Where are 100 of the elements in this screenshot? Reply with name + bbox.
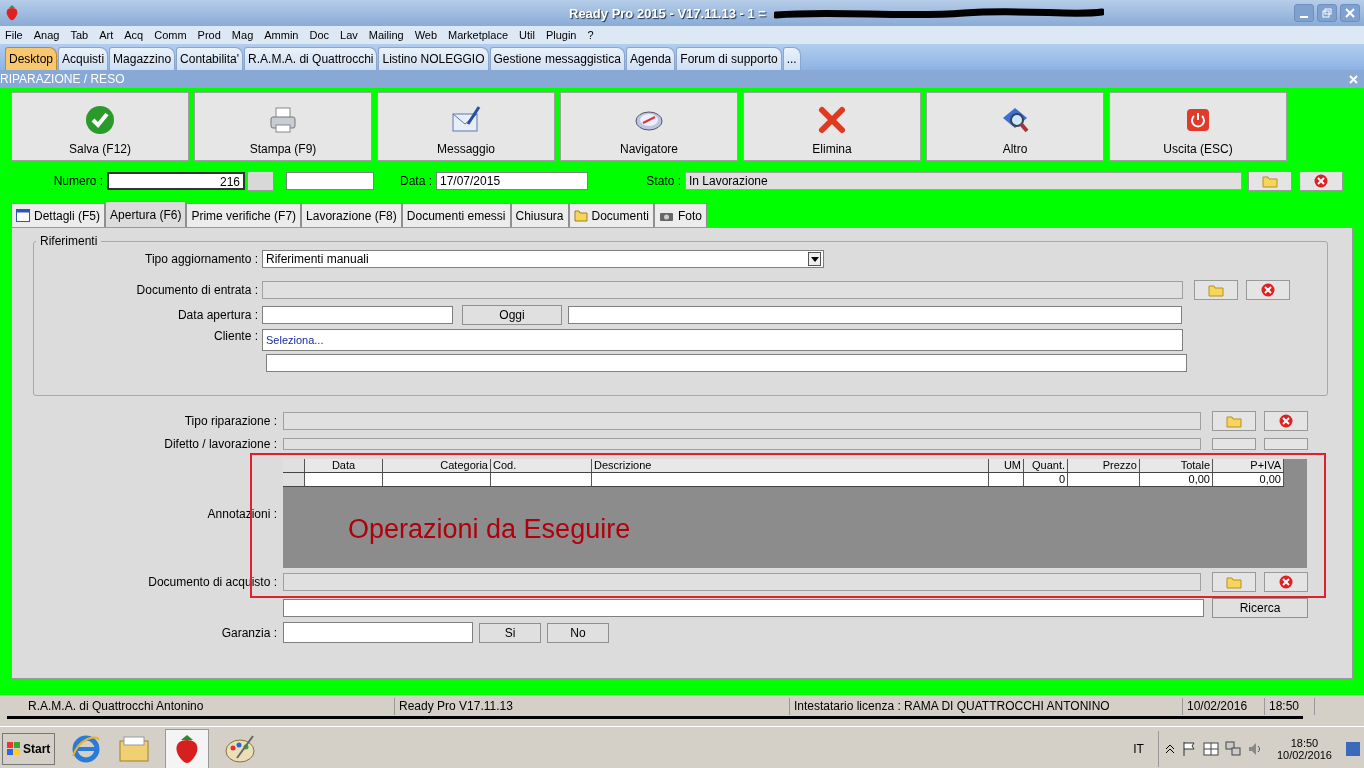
menu-item[interactable]: Mag [231, 29, 254, 41]
lookup-button[interactable] [247, 171, 274, 191]
folder-icon [573, 209, 588, 222]
menu-item[interactable]: Marketplace [448, 29, 508, 41]
menu-item[interactable]: Doc [309, 29, 330, 41]
window-icon[interactable] [1202, 741, 1219, 757]
form-tab[interactable]: Lavorazione (F8) [301, 203, 402, 227]
choice-button[interactable]: No [547, 622, 609, 643]
close-button[interactable] [1340, 4, 1360, 22]
toolbar-button[interactable]: Elimina [743, 92, 921, 161]
input-field[interactable] [283, 599, 1204, 617]
menu-item[interactable]: Acq [124, 29, 144, 41]
menu-item[interactable]: Ammin [264, 29, 299, 41]
input-field[interactable] [262, 281, 1183, 299]
menu-item[interactable]: Mailing [368, 29, 404, 41]
menu-item[interactable]: Util [519, 29, 535, 41]
form-tab[interactable]: Foto [653, 203, 707, 227]
column-header[interactable]: Categoria [383, 459, 491, 472]
choice-button[interactable]: Si [479, 622, 541, 643]
input-field[interactable] [266, 354, 1187, 372]
start-button[interactable]: Start [2, 733, 56, 765]
menu-item[interactable]: Comm [154, 29, 187, 41]
toolbar-button[interactable]: Messaggio [377, 92, 555, 161]
desktop-tab[interactable]: Listino NOLEGGIO [378, 47, 489, 70]
date-field[interactable]: 17/07/2015 [436, 172, 588, 190]
folder-button[interactable] [1212, 572, 1256, 592]
folder-button[interactable] [1248, 171, 1292, 191]
column-header[interactable]: Descrizione [592, 459, 989, 472]
folder-button[interactable] [1194, 280, 1238, 300]
clock-time[interactable]: 18:50 [1290, 737, 1319, 749]
toolbar-button[interactable]: Navigatore [560, 92, 738, 161]
desktop-tab[interactable]: Magazzino [109, 47, 176, 70]
desktop-tab[interactable]: Contabilita' [176, 47, 244, 70]
annotation-text: Operazioni da Eseguire [348, 514, 631, 545]
form-tab[interactable]: Dettagli (F5) [11, 203, 106, 227]
column-header[interactable]: P+IVA [1213, 459, 1284, 472]
delete-button[interactable] [1264, 438, 1308, 450]
date-field[interactable] [262, 306, 453, 324]
close-icon[interactable] [1349, 74, 1358, 84]
delete-button[interactable] [1246, 280, 1290, 300]
desktop-tab[interactable]: Forum di supporto [676, 47, 782, 70]
menu-item[interactable]: Plugin [545, 29, 577, 41]
input-field[interactable] [283, 573, 1201, 591]
desktop-tab[interactable]: Acquisti [58, 47, 109, 70]
network-icon[interactable] [1224, 741, 1241, 757]
delete-button[interactable] [1264, 572, 1308, 592]
menu-item[interactable]: File [5, 29, 23, 41]
menu-item[interactable]: Lav [340, 29, 358, 41]
restore-button[interactable] [1317, 4, 1337, 22]
toolbar-button[interactable]: Altro [926, 92, 1104, 161]
customer-field[interactable]: Seleziona... [262, 329, 1183, 351]
menu-item[interactable]: Tab [70, 29, 89, 41]
field-label: Numero : [52, 174, 104, 188]
column-header[interactable]: Cod. [491, 459, 592, 472]
field-label: Documento di entrata : [135, 283, 259, 297]
menu-item[interactable]: Anag [33, 29, 60, 41]
menu-item[interactable]: Prod [197, 29, 221, 41]
folder-button[interactable] [1212, 411, 1256, 431]
menu-item[interactable]: Art [99, 29, 114, 41]
column-header[interactable]: Prezzo [1068, 459, 1140, 472]
minimize-button[interactable] [1294, 4, 1314, 22]
menu-item[interactable]: Web [414, 29, 438, 41]
number-field[interactable]: 216 [107, 172, 245, 190]
delete-button[interactable] [1264, 411, 1308, 431]
desktop-tab[interactable]: Agenda [625, 47, 676, 70]
status-field[interactable]: In Lavorazione [685, 172, 1242, 190]
form-tab[interactable]: Apertura (F6) [105, 201, 187, 227]
desktop-tab[interactable]: Gestione messaggistica [489, 47, 625, 70]
toolbar-button[interactable]: Salva (F12) [11, 92, 189, 161]
input-field[interactable] [286, 172, 374, 190]
table-cell: 0,00 [1213, 473, 1284, 486]
today-button[interactable]: Oggi [462, 305, 562, 325]
toolbar-button[interactable]: Stampa (F9) [194, 92, 372, 161]
input-field[interactable] [283, 622, 473, 643]
form-tab[interactable]: Documenti emessi [401, 203, 511, 227]
column-header[interactable]: Quant. [1024, 459, 1068, 472]
form-tab[interactable]: Chiusura [510, 203, 569, 227]
language-indicator[interactable]: IT [1133, 742, 1144, 756]
toolbar-button[interactable]: Uscita (ESC) [1109, 92, 1287, 161]
status-cell: Intestatario licenza : RAMA DI QUATTROCCHI ANTONINO [790, 698, 1183, 715]
column-header[interactable]: UM [989, 459, 1024, 472]
input-field[interactable] [283, 438, 1201, 450]
column-header[interactable]: Data [305, 459, 383, 472]
search-button[interactable]: Ricerca [1212, 598, 1308, 618]
desktop-tab[interactable]: R.A.M.A. di Quattrocchi [244, 47, 378, 70]
input-field[interactable] [568, 306, 1182, 324]
desktop-tab[interactable]: ... [782, 47, 801, 70]
desktop-tab[interactable]: Desktop [5, 47, 58, 70]
dropdown[interactable]: Riferimenti manuali [262, 250, 824, 268]
input-field[interactable] [283, 412, 1201, 430]
delete-button[interactable] [1299, 171, 1343, 191]
column-header[interactable]: Totale [1140, 459, 1213, 472]
chevron-up-icon[interactable] [1164, 744, 1175, 754]
folder-button[interactable] [1212, 438, 1256, 450]
form-tab[interactable]: Documenti [568, 203, 654, 227]
menu-item[interactable]: ? [587, 29, 594, 41]
flag-icon[interactable] [1180, 741, 1197, 757]
clock-date[interactable]: 10/02/2016 [1276, 749, 1332, 761]
speaker-icon[interactable] [1246, 741, 1263, 757]
form-tab[interactable]: Prime verifiche (F7) [186, 203, 302, 227]
